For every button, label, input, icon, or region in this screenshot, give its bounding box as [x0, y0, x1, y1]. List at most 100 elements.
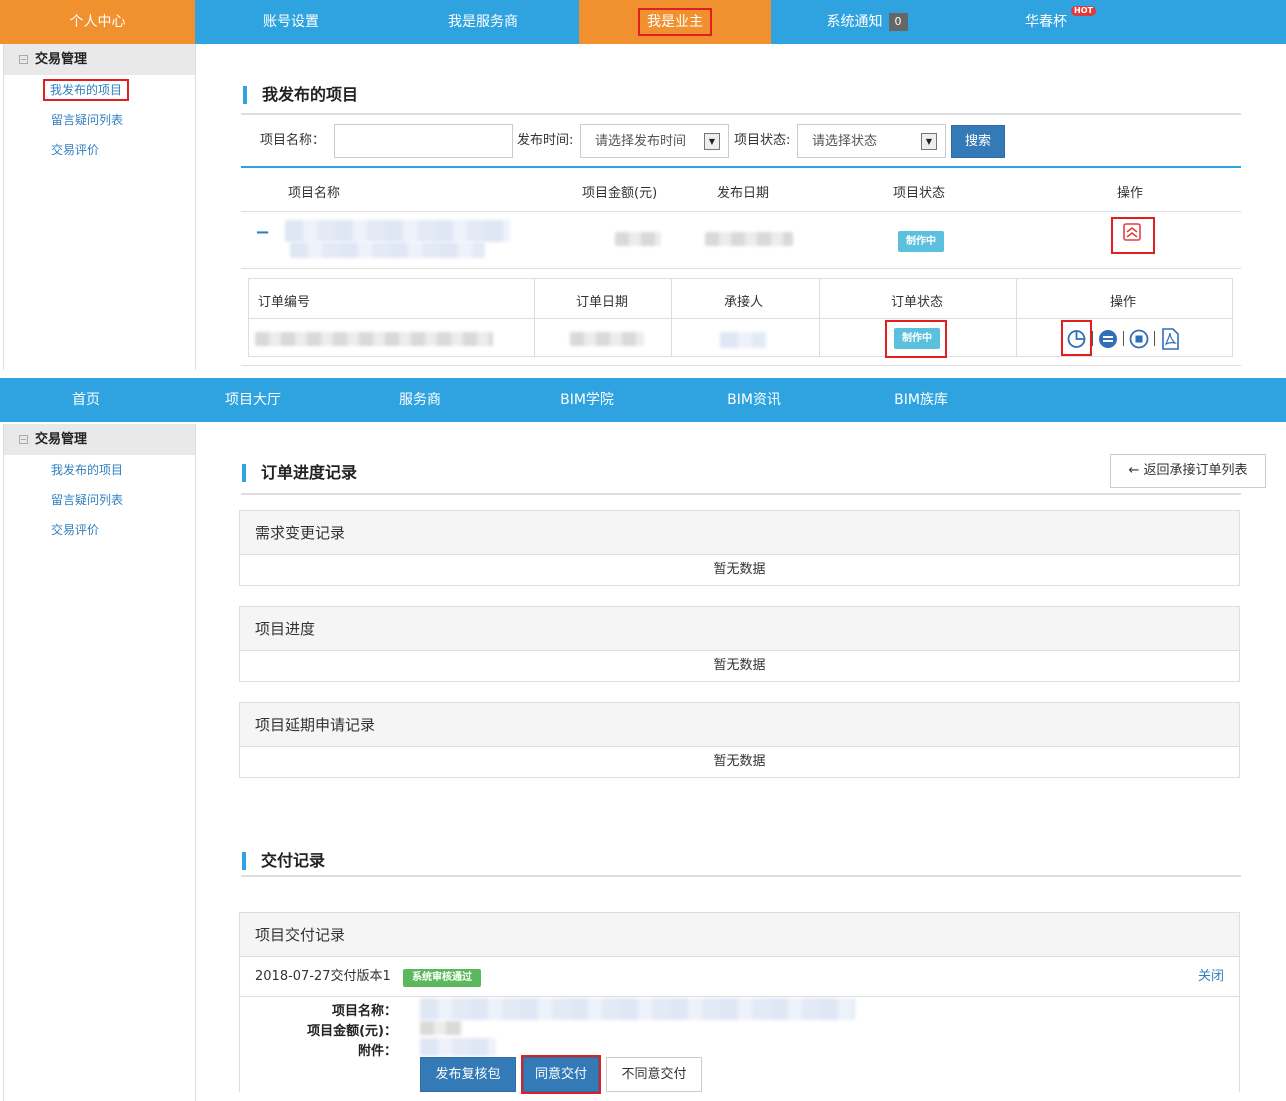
nav-service-provider[interactable]: 我是服务商 [387, 0, 579, 44]
order-number-redacted [255, 332, 493, 346]
sidebar-group-trade[interactable]: − 交易管理 [4, 424, 195, 455]
order-col-sep [534, 278, 535, 357]
sidebar-item-reviews[interactable]: 交易评价 [4, 135, 195, 165]
sidebar-item-messages[interactable]: 留言疑问列表 [4, 485, 195, 515]
col-order-status: 订单状态 [891, 295, 944, 310]
double-chevron-up-icon [1123, 223, 1141, 241]
order-col-sep [819, 278, 820, 357]
action-separator [1154, 331, 1155, 346]
order-col-sep [671, 278, 672, 357]
collapse-icon: − [19, 435, 28, 444]
col-publish-date: 发布日期 [717, 186, 770, 201]
section-title-order-progress: 订单进度记录 [242, 464, 357, 482]
section-title-delivery: 交付记录 [242, 852, 325, 870]
filter-name-label: 项目名称： [260, 133, 326, 148]
nav-bim-library[interactable]: BIM族库 [840, 378, 1002, 422]
sidebar-item-my-projects[interactable]: 我发布的项目 [4, 75, 195, 105]
delivery-version-row: 2018-07-27交付版本1 系统审核通过 关闭 [240, 957, 1239, 997]
col-project-status: 项目状态 [893, 186, 946, 201]
user-center-nav: 个人中心 账号设置 我是服务商 我是业主 系统通知 0 华春杯 HOT [0, 0, 1286, 44]
sidebar-item-reviews[interactable]: 交易评价 [4, 515, 195, 545]
swap-arrows-icon [1099, 330, 1117, 348]
action-separator [1123, 331, 1124, 346]
main-site-nav: 首页 项目大厅 服务商 BIM学院 BIM资讯 BIM族库 [0, 378, 1286, 422]
dropdown-arrow-icon: ▼ [704, 133, 720, 150]
pdf-action-button[interactable] [1160, 328, 1180, 350]
col-order-date: 订单日期 [576, 295, 629, 310]
search-button[interactable]: 搜索 [951, 125, 1005, 158]
transfer-action-button[interactable] [1098, 329, 1118, 349]
nav-notifications[interactable]: 系统通知 0 [771, 0, 963, 44]
sidebar-group-label: 交易管理 [35, 432, 88, 447]
back-to-orders-button[interactable]: ← 返回承接订单列表 [1110, 454, 1266, 488]
nav-owner-tab[interactable]: 我是业主 [579, 0, 771, 44]
close-link[interactable]: 关闭 [1198, 957, 1224, 997]
table-top-border [241, 166, 1241, 168]
hot-badge: HOT [1071, 6, 1096, 16]
nav-personal-center[interactable]: 个人中心 [0, 0, 195, 44]
title-divider [241, 493, 1241, 495]
nav-project-hall[interactable]: 项目大厅 [172, 378, 334, 422]
attachment-value-redacted [420, 1038, 496, 1056]
order-subtable-divider [248, 318, 1233, 319]
order-date-redacted [570, 332, 644, 346]
approved-badge: 系统审核通过 [403, 969, 481, 987]
requirement-change-panel: 需求变更记录 暂无数据 [239, 510, 1240, 586]
nav-bim-academy[interactable]: BIM学院 [506, 378, 668, 422]
sidebar-trade-management: − 交易管理 我发布的项目 留言疑问列表 交易评价 [3, 44, 196, 370]
col-contractor: 承接人 [724, 295, 764, 310]
sidebar-trade-management-2: − 交易管理 我发布的项目 留言疑问列表 交易评价 [3, 424, 196, 1101]
col-order-number: 订单编号 [258, 295, 311, 310]
project-progress-panel: 项目进度 暂无数据 [239, 606, 1240, 682]
empty-state-text: 暂无数据 [713, 754, 766, 769]
publish-time-select[interactable]: 请选择发布时间 ▼ [580, 124, 729, 158]
collapse-action-button[interactable] [1111, 217, 1155, 254]
panel-title: 需求变更记录 [240, 511, 1239, 555]
panel-title: 项目延期申请记录 [240, 703, 1239, 747]
panel-title: 项目进度 [240, 607, 1239, 651]
sidebar-item-messages[interactable]: 留言疑问列表 [4, 105, 195, 135]
nav-providers[interactable]: 服务商 [334, 378, 506, 422]
project-status-badge: 制作中 [898, 231, 944, 252]
pie-chart-icon [1067, 330, 1086, 348]
publish-review-package-button[interactable]: 发布复核包 [420, 1057, 516, 1092]
project-amount-redacted [615, 232, 661, 246]
nav-owner-label: 我是业主 [638, 8, 712, 36]
nav-account-settings[interactable]: 账号设置 [195, 0, 387, 44]
nav-bim-news[interactable]: BIM资讯 [668, 378, 840, 422]
nav-home[interactable]: 首页 [0, 378, 172, 422]
expand-toggle-icon[interactable]: − [255, 222, 270, 243]
nav-huachun-cup[interactable]: 华春杯 [963, 0, 1129, 44]
sidebar-item-my-projects-label: 我发布的项目 [42, 79, 130, 101]
filter-status-label: 项目状态: [734, 133, 791, 148]
sidebar-group-label: 交易管理 [35, 52, 88, 67]
collapse-icon: − [19, 55, 28, 64]
sidebar-item-my-projects[interactable]: 我发布的项目 [4, 455, 195, 485]
reject-delivery-button[interactable]: 不同意交付 [606, 1057, 702, 1092]
col-project-amount: 项目金额(元) [582, 186, 658, 201]
progress-action-button[interactable] [1061, 320, 1092, 356]
panel-title: 项目交付记录 [240, 913, 1239, 957]
project-name-input[interactable] [334, 124, 513, 158]
sidebar-group-trade[interactable]: − 交易管理 [4, 44, 195, 75]
col-project-name: 项目名称 [288, 186, 341, 201]
table-header-divider [241, 211, 1241, 212]
project-status-placeholder: 请选择状态 [812, 134, 878, 149]
agree-delivery-button[interactable]: 同意交付 [521, 1055, 601, 1094]
page-title-my-projects: 我发布的项目 [243, 86, 358, 104]
nav-notifications-label: 系统通知 [826, 14, 883, 30]
stop-action-button[interactable] [1129, 329, 1149, 349]
empty-state-text: 暂无数据 [713, 658, 766, 673]
order-col-sep [1016, 278, 1017, 357]
empty-state-text: 暂无数据 [713, 562, 766, 577]
project-name-redacted [285, 220, 510, 242]
title-divider [241, 113, 1241, 115]
attachment-label: 附件： [357, 1044, 397, 1059]
project-name-label: 项目名称： [331, 1004, 397, 1019]
filter-time-label: 发布时间: [517, 133, 574, 148]
project-status-select[interactable]: 请选择状态 ▼ [797, 124, 946, 158]
action-separator [1092, 331, 1093, 346]
project-amount-label: 项目金额(元)： [307, 1024, 397, 1039]
publish-date-redacted [705, 232, 793, 246]
project-name-value-redacted [420, 998, 855, 1020]
